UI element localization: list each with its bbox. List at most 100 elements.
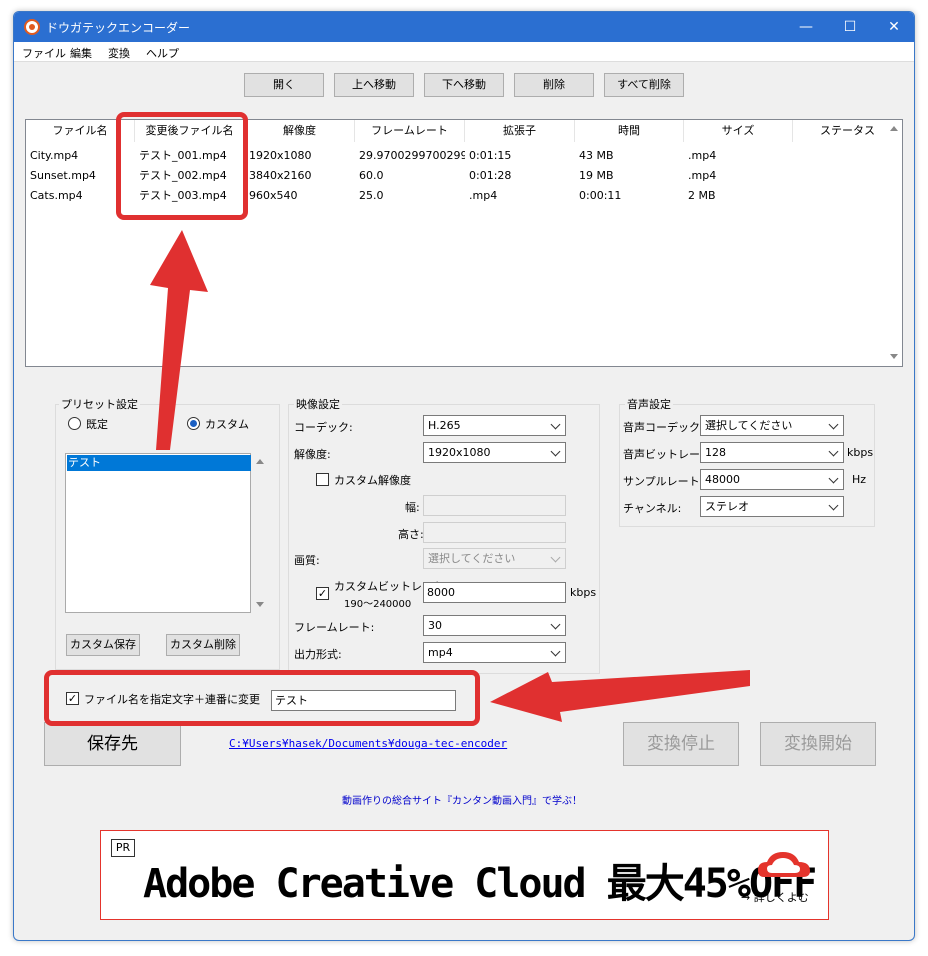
scroll-down-arrow-icon[interactable] (256, 602, 264, 607)
video-resolution-value: 1920x1080 (428, 446, 491, 459)
annotation-box-new-filename (116, 112, 248, 220)
delete-all-button[interactable]: すべて削除 (604, 73, 684, 97)
cell-resolution: 3840x2160 (249, 169, 312, 182)
output-path-link[interactable]: C:¥Users¥hasek/Documents¥douga-tec-encod… (229, 737, 507, 750)
bitrate-input[interactable]: 8000 (423, 582, 566, 603)
menu-bar: ファイル 編集 変換 ヘルプ (14, 42, 914, 62)
footer-message-link[interactable]: 動画作りの総合サイト『カンタン動画入門』で学ぶ！ (342, 792, 582, 807)
video-codec-select[interactable]: H.265 (423, 415, 566, 436)
chevron-down-icon (828, 419, 839, 430)
height-label: 高さ: (398, 528, 424, 541)
annotation-box-rename-option (44, 670, 480, 726)
framerate-value: 30 (428, 619, 442, 632)
chevron-down-icon (550, 446, 561, 457)
preset-custom-radio[interactable] (187, 417, 200, 430)
ad-banner[interactable]: PR Adobe Creative Cloud 最大45%OFF → 詳しくよむ (100, 830, 829, 920)
chevron-down-icon (550, 552, 561, 563)
preset-legend: プリセット設定 (59, 396, 140, 412)
custom-delete-button[interactable]: カスタム削除 (166, 634, 240, 656)
cell-duration: 0:00:11 (579, 189, 622, 202)
minimize-button[interactable]: — (784, 12, 828, 42)
cell-extension: 0:01:15 (469, 149, 512, 162)
format-select[interactable]: mp4 (423, 642, 566, 663)
check-icon: ✓ (317, 587, 328, 600)
cell-status (793, 186, 888, 206)
audio-codec-value: 選択してください (705, 419, 793, 432)
preset-list-scrollbar[interactable] (252, 453, 268, 613)
cell-size: .mp4 (688, 169, 717, 182)
cell-size: .mp4 (688, 149, 717, 162)
cell-framerate: 25.0 (359, 189, 384, 202)
audio-bitrate-unit: kbps (847, 446, 874, 459)
sample-rate-select[interactable]: 48000 (700, 469, 844, 490)
save-destination-button[interactable]: 保存先 (44, 722, 181, 766)
format-label: 出力形式: (294, 648, 342, 661)
cell-status (793, 166, 888, 186)
channel-select[interactable]: ステレオ (700, 496, 844, 517)
custom-save-button[interactable]: カスタム保存 (66, 634, 140, 656)
move-up-button[interactable]: 上へ移動 (334, 73, 414, 97)
scroll-down-arrow-icon[interactable] (890, 354, 898, 359)
preset-list[interactable]: テスト (65, 453, 251, 613)
cell-status (793, 146, 888, 166)
quality-label: 画質: (294, 554, 320, 567)
col-duration[interactable]: 時間 (575, 120, 684, 142)
width-label: 幅: (405, 501, 420, 514)
ad-headline: Adobe Creative Cloud 最大45%OFF (143, 861, 817, 907)
video-codec-label: コーデック: (294, 421, 353, 434)
col-extension[interactable]: 拡張子 (465, 120, 575, 142)
bitrate-value: 8000 (427, 586, 455, 599)
custom-bitrate-checkbox[interactable]: ✓ (316, 587, 329, 600)
close-button[interactable]: ✕ (872, 12, 914, 42)
audio-bitrate-select[interactable]: 128 (700, 442, 844, 463)
custom-resolution-label: カスタム解像度 (334, 474, 411, 487)
menu-help[interactable]: ヘルプ (146, 45, 179, 61)
channel-label: チャンネル: (623, 502, 682, 515)
cell-duration: 19 MB (579, 169, 614, 182)
video-codec-value: H.265 (428, 419, 461, 432)
preset-default-label: 既定 (86, 418, 108, 431)
col-size[interactable]: サイズ (684, 120, 793, 142)
framerate-select[interactable]: 30 (423, 615, 566, 636)
cell-resolution: 1920x1080 (249, 149, 312, 162)
delete-button[interactable]: 削除 (514, 73, 594, 97)
quality-select[interactable]: 選択してください (423, 548, 566, 569)
scroll-up-arrow-icon[interactable] (256, 459, 264, 464)
col-framerate[interactable]: フレームレート (355, 120, 465, 142)
cell-size: 2 MB (688, 189, 716, 202)
stop-convert-button[interactable]: 変換停止 (623, 722, 739, 766)
col-resolution[interactable]: 解像度 (245, 120, 355, 142)
file-list-scrollbar[interactable] (886, 120, 902, 366)
video-legend: 映像設定 (294, 396, 342, 412)
open-button[interactable]: 開く (244, 73, 324, 97)
ad-cta-link[interactable]: → 詳しくよむ (741, 889, 809, 905)
title-bar: ドウガテックエンコーダー — ☐ ✕ (14, 12, 914, 42)
window-title: ドウガテックエンコーダー (46, 21, 191, 35)
creative-cloud-logo-icon (758, 852, 810, 877)
move-down-button[interactable]: 下へ移動 (424, 73, 504, 97)
bitrate-unit: kbps (570, 586, 597, 599)
list-item[interactable]: テスト (67, 455, 251, 471)
cell-duration: 43 MB (579, 149, 614, 162)
height-input[interactable] (423, 522, 566, 543)
audio-codec-select[interactable]: 選択してください (700, 415, 844, 436)
menu-edit[interactable]: 編集 (70, 45, 92, 61)
bitrate-range-label: 190〜240000 (344, 599, 412, 610)
menu-file[interactable]: ファイル (22, 45, 66, 61)
menu-convert[interactable]: 変換 (108, 45, 130, 61)
cell-resolution: 960x540 (249, 189, 298, 202)
maximize-button[interactable]: ☐ (828, 12, 872, 42)
sample-rate-value: 48000 (705, 473, 740, 486)
chevron-down-icon (828, 473, 839, 484)
cell-framerate: 60.0 (359, 169, 384, 182)
custom-resolution-checkbox[interactable] (316, 473, 329, 486)
chevron-down-icon (550, 619, 561, 630)
width-input[interactable] (423, 495, 566, 516)
format-value: mp4 (428, 646, 453, 659)
scroll-up-arrow-icon[interactable] (890, 126, 898, 131)
preset-default-radio[interactable] (68, 417, 81, 430)
app-icon (24, 19, 40, 35)
video-resolution-select[interactable]: 1920x1080 (423, 442, 566, 463)
start-convert-button[interactable]: 変換開始 (760, 722, 876, 766)
pr-badge: PR (111, 839, 135, 857)
